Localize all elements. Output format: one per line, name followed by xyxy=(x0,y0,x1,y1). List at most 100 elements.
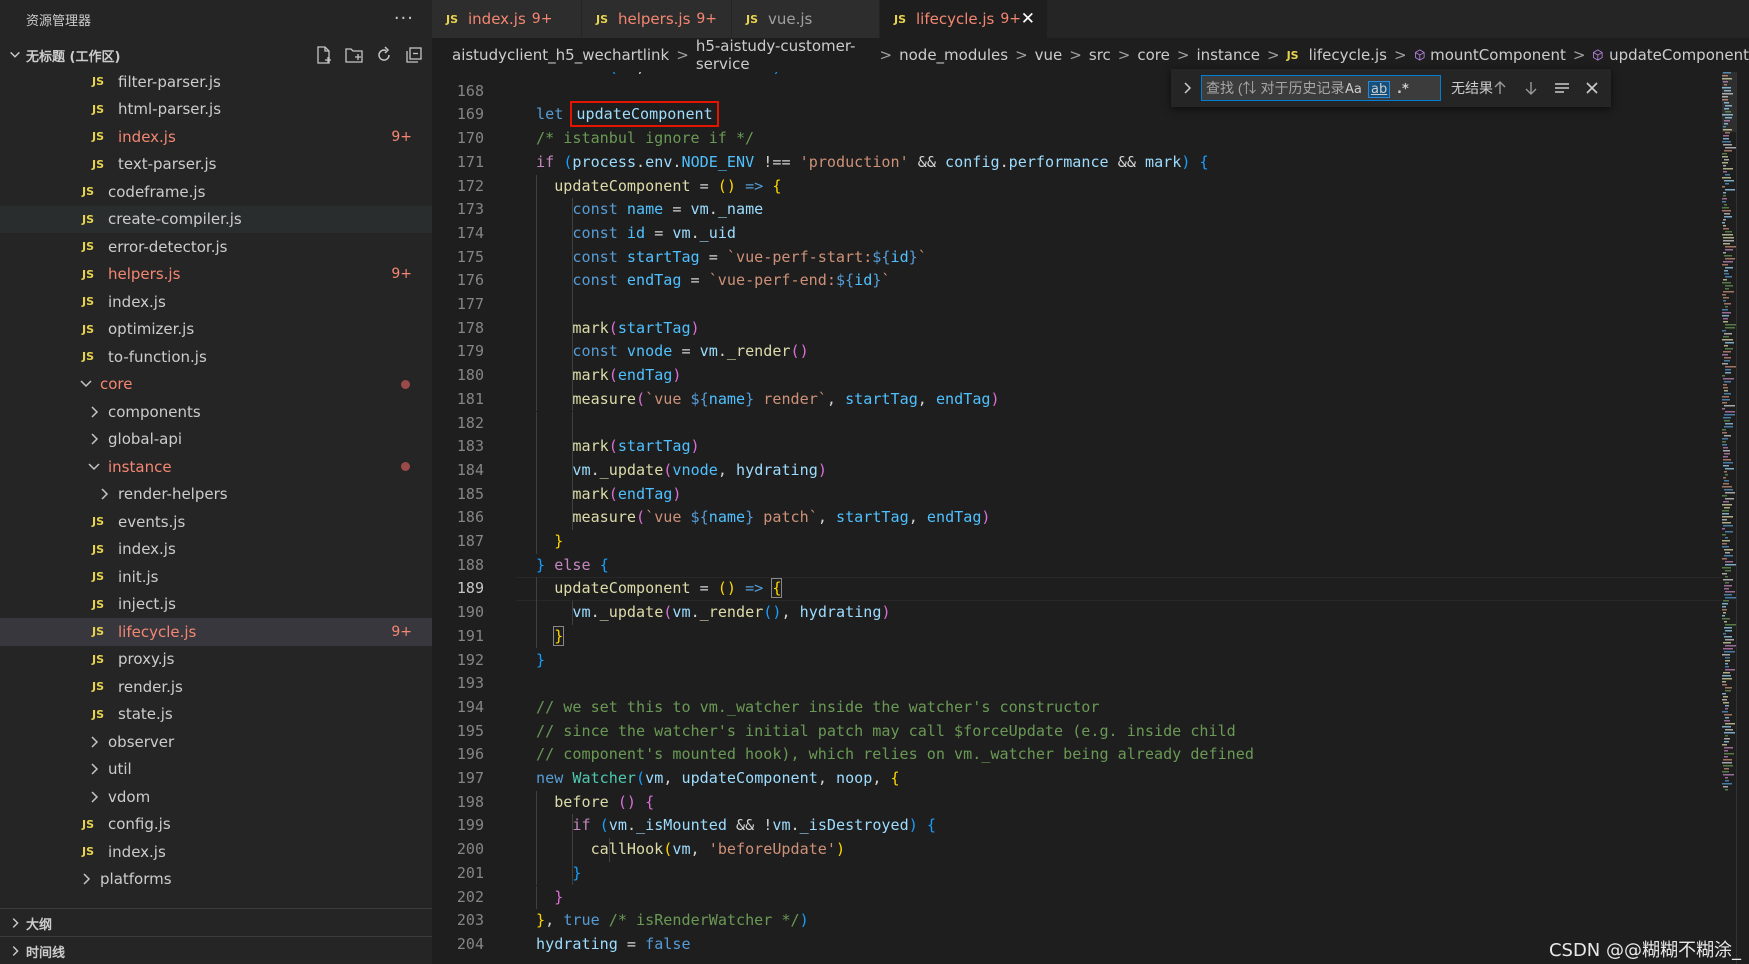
tree-file[interactable]: JS init.js xyxy=(0,563,432,591)
new-folder-icon[interactable] xyxy=(344,45,364,65)
tree-file[interactable]: JS render.js xyxy=(0,673,432,701)
previous-match-icon[interactable] xyxy=(1491,79,1509,97)
timeline-section-header[interactable]: 时间线 xyxy=(0,936,432,964)
code-line[interactable]: 198 before () { xyxy=(432,790,1722,815)
tree-file[interactable]: JS optimizer.js xyxy=(0,316,432,344)
code-line[interactable]: 171 if (process.env.NODE_ENV !== 'produc… xyxy=(432,151,1722,175)
code-line[interactable]: 192 } xyxy=(432,649,1722,673)
code-line[interactable]: 186 measure(`vue ${name} patch`, startTa… xyxy=(432,506,1722,530)
breadcrumb-item[interactable]: core xyxy=(1137,46,1170,64)
code-line[interactable]: 185 mark(endTag) xyxy=(432,482,1722,507)
breadcrumb-item[interactable]: node_modules xyxy=(899,46,1008,64)
outline-section-header[interactable]: 大纲 xyxy=(0,908,432,937)
tree-file[interactable]: JS index.js 9+ xyxy=(0,123,432,151)
tab-helpers-js[interactable]: JS helpers.js 9+ xyxy=(582,0,732,38)
new-file-icon[interactable] xyxy=(314,45,334,65)
workspace-header[interactable]: 无标题 (工作区) xyxy=(0,38,432,72)
tree-file[interactable]: JS state.js xyxy=(0,701,432,729)
code-line[interactable]: 191 } xyxy=(432,624,1722,649)
code-line[interactable]: 200 callHook(vm, 'beforeUpdate') xyxy=(432,838,1722,862)
find-in-selection-icon[interactable] xyxy=(1553,79,1571,97)
next-match-icon[interactable] xyxy=(1522,79,1540,97)
code-line[interactable]: 202 } xyxy=(432,885,1722,910)
tree-file[interactable]: JS inject.js xyxy=(0,591,432,619)
tree-file[interactable]: JS index.js xyxy=(0,288,432,316)
tree-file[interactable]: JS html-parser.js xyxy=(0,96,432,124)
tree-file[interactable]: JS lifecycle.js 9+ xyxy=(0,618,432,646)
code-line[interactable]: 184 vm._update(vnode, hydrating) xyxy=(432,458,1722,483)
code-line[interactable]: 197 new Watcher(vm, updateComponent, noo… xyxy=(432,767,1722,791)
code-line[interactable]: 194 // we set this to vm._watcher inside… xyxy=(432,696,1722,720)
match-case-toggle[interactable]: Aa xyxy=(1345,82,1362,97)
code-line[interactable]: 177 xyxy=(432,293,1722,317)
code-line[interactable]: 193 xyxy=(432,672,1722,696)
tree-file[interactable]: JS events.js xyxy=(0,508,432,536)
code-line[interactable]: 170 /* istanbul ignore if */ xyxy=(432,127,1722,151)
tab-index-js[interactable]: JS index.js 9+ xyxy=(432,0,582,38)
breadcrumb-item[interactable]: instance xyxy=(1196,46,1260,64)
tree-folder[interactable]: render-helpers xyxy=(0,481,432,509)
close-icon[interactable]: ✕ xyxy=(1021,9,1035,29)
code-line[interactable]: 190 vm._update(vm._render(), hydrating) xyxy=(432,601,1722,625)
code-line[interactable]: 175 const startTag = `vue-perf-start:${i… xyxy=(432,245,1722,270)
tree-folder[interactable]: observer xyxy=(0,728,432,756)
breadcrumb-item[interactable]: vue xyxy=(1035,46,1063,64)
tree-file[interactable]: JS filter-parser.js xyxy=(0,68,432,96)
code-line[interactable]: 178 mark(startTag) xyxy=(432,316,1722,341)
code-line[interactable]: 189 updateComponent = () => { xyxy=(432,577,1722,602)
breadcrumb-item[interactable]: updateComponent xyxy=(1609,46,1749,64)
code-line[interactable]: 196 // component's mounted hook), which … xyxy=(432,743,1722,767)
code-line[interactable]: 188 } else { xyxy=(432,554,1722,578)
breadcrumb-item[interactable]: h5-aistudy-customer-service xyxy=(696,37,873,73)
code-line[interactable]: 199 if (vm._isMounted && !vm._isDestroye… xyxy=(432,814,1722,839)
code-line[interactable]: 179 const vnode = vm._render() xyxy=(432,340,1722,365)
code-editor[interactable]: 167 callHook(vm, 'beforeMount') 168 169 le… xyxy=(432,72,1722,964)
tree-file[interactable]: JS helpers.js 9+ xyxy=(0,261,432,289)
breadcrumb-item[interactable]: lifecycle.js xyxy=(1309,46,1387,64)
tree-folder[interactable]: components xyxy=(0,398,432,426)
tree-folder[interactable]: server xyxy=(0,893,432,896)
code-line[interactable]: 203 }, true /* isRenderWatcher */) xyxy=(432,909,1722,933)
tree-folder[interactable]: platforms xyxy=(0,866,432,894)
tab-vue-js[interactable]: JS vue.js xyxy=(732,0,880,38)
tree-file[interactable]: JS text-parser.js xyxy=(0,151,432,179)
minimap-viewport[interactable] xyxy=(1722,72,1736,132)
minimap[interactable] xyxy=(1722,72,1736,792)
code-line[interactable]: 183 mark(startTag) xyxy=(432,435,1722,459)
code-line[interactable]: 181 measure(`vue ${name} render`, startT… xyxy=(432,387,1722,412)
tree-file[interactable]: JS to-function.js xyxy=(0,343,432,371)
code-line[interactable]: 174 const id = vm._uid xyxy=(432,221,1722,246)
regex-toggle[interactable]: .* xyxy=(1397,82,1409,97)
code-line[interactable]: 176 const endTag = `vue-perf-end:${id}` xyxy=(432,269,1722,293)
tree-folder[interactable]: core xyxy=(0,371,432,399)
tree-file[interactable]: JS proxy.js xyxy=(0,646,432,674)
tree-file[interactable]: JS create-compiler.js xyxy=(0,205,432,233)
chevron-right-icon[interactable] xyxy=(1179,80,1195,96)
code-line[interactable]: 187 } xyxy=(432,530,1722,554)
close-find-icon[interactable] xyxy=(1583,79,1601,97)
tree-folder[interactable]: global-api xyxy=(0,426,432,454)
collapse-all-icon[interactable] xyxy=(404,45,424,65)
tree-file[interactable]: JS index.js xyxy=(0,838,432,866)
breadcrumb-item[interactable]: aistudyclient_h5_wechartlink xyxy=(452,46,669,64)
code-line[interactable]: 180 mark(endTag) xyxy=(432,364,1722,388)
code-line[interactable]: 201 } xyxy=(432,861,1722,886)
breadcrumb-item[interactable]: src xyxy=(1089,46,1111,64)
code-line[interactable]: 195 // since the watcher's initial patch… xyxy=(432,720,1722,744)
tree-file[interactable]: JS config.js xyxy=(0,811,432,839)
tree-file[interactable]: JS index.js xyxy=(0,536,432,564)
code-line[interactable]: 172 updateComponent = () => { xyxy=(432,174,1722,199)
code-line[interactable]: 182 xyxy=(432,411,1722,436)
tree-folder[interactable]: util xyxy=(0,756,432,784)
tree-folder[interactable]: vdom xyxy=(0,783,432,811)
code-line[interactable]: 204 hydrating = false xyxy=(432,933,1722,957)
more-actions-icon[interactable]: ··· xyxy=(394,8,414,29)
breadcrumb-item[interactable]: mountComponent xyxy=(1430,46,1566,64)
tree-file[interactable]: JS error-detector.js xyxy=(0,233,432,261)
tree-folder[interactable]: instance xyxy=(0,453,432,481)
vertical-scrollbar[interactable] xyxy=(1736,72,1749,964)
tree-file[interactable]: JS codeframe.js xyxy=(0,178,432,206)
whole-word-toggle[interactable]: ab xyxy=(1367,81,1391,98)
refresh-icon[interactable] xyxy=(374,45,394,65)
code-line[interactable]: 173 const name = vm._name xyxy=(432,198,1722,222)
